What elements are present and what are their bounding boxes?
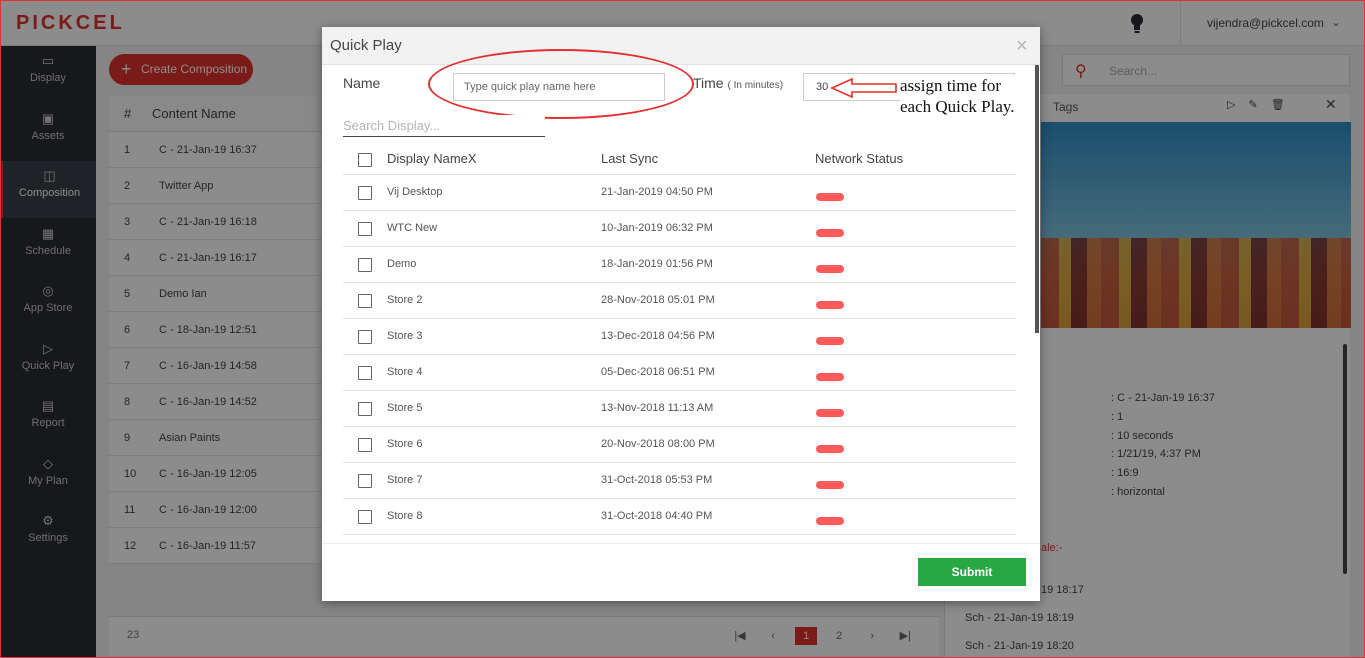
modal-header: Quick Play ×: [322, 27, 1040, 65]
display-row[interactable]: Store 4 05-Dec-2018 06:51 PM: [343, 355, 1016, 391]
display-name: Store 3: [387, 330, 423, 342]
network-status-indicator: [816, 481, 844, 489]
time-unit-label: ( In minutes): [727, 80, 784, 91]
display-name: Demo: [387, 258, 417, 270]
display-row[interactable]: WTC New 10-Jan-2019 06:32 PM: [343, 211, 1016, 247]
scrollbar[interactable]: [1035, 65, 1039, 333]
display-checkbox[interactable]: [358, 222, 372, 236]
annotation-line: each Quick Play.: [900, 97, 1015, 116]
time-label-text: Time: [693, 75, 724, 91]
quick-play-name-input[interactable]: [453, 73, 665, 101]
network-status-indicator: [816, 517, 844, 525]
display-name: WTC New: [387, 222, 438, 234]
display-checkbox[interactable]: [358, 402, 372, 416]
display-list: Display NameX Last Sync Network Status V…: [343, 143, 1016, 543]
annotation-line: assign time for: [900, 76, 1002, 95]
display-name: Store 6: [387, 438, 423, 450]
divider: [322, 543, 1040, 544]
network-status-indicator: [816, 265, 844, 273]
column-network-status[interactable]: Network Status: [815, 151, 903, 166]
display-checkbox[interactable]: [358, 438, 372, 452]
quick-play-modal: Quick Play × Name Time ( In minutes) ass…: [322, 27, 1040, 601]
display-checkbox[interactable]: [358, 294, 372, 308]
network-status-indicator: [816, 373, 844, 381]
display-row[interactable]: Store 3 13-Dec-2018 04:56 PM: [343, 319, 1016, 355]
column-display-name[interactable]: Display NameX: [387, 151, 477, 166]
display-checkbox[interactable]: [358, 366, 372, 380]
display-name: Store 2: [387, 294, 423, 306]
network-status-indicator: [816, 193, 844, 201]
network-status-indicator: [816, 301, 844, 309]
last-sync: 20-Nov-2018 08:00 PM: [601, 438, 715, 450]
network-status-indicator: [816, 409, 844, 417]
modal-title: Quick Play: [330, 37, 402, 54]
display-row[interactable]: Store 2 28-Nov-2018 05:01 PM: [343, 283, 1016, 319]
last-sync: 13-Nov-2018 11:13 AM: [601, 402, 714, 414]
display-checkbox[interactable]: [358, 474, 372, 488]
display-row[interactable]: Store 5 13-Nov-2018 11:13 AM: [343, 391, 1016, 427]
select-all-checkbox[interactable]: [358, 153, 372, 167]
last-sync: 10-Jan-2019 06:32 PM: [601, 222, 713, 234]
last-sync: 31-Oct-2018 05:53 PM: [601, 474, 713, 486]
display-row[interactable]: Store 8 31-Oct-2018 04:40 PM: [343, 499, 1016, 535]
display-row[interactable]: Demo 18-Jan-2019 01:56 PM: [343, 247, 1016, 283]
display-row[interactable]: Vij Desktop 21-Jan-2019 04:50 PM: [343, 175, 1016, 211]
network-status-indicator: [816, 445, 844, 453]
last-sync: 28-Nov-2018 05:01 PM: [601, 294, 715, 306]
close-icon[interactable]: ×: [1016, 36, 1028, 56]
search-display-input[interactable]: [343, 115, 545, 137]
column-last-sync[interactable]: Last Sync: [601, 151, 658, 166]
annotation-text: assign time for each Quick Play.: [900, 75, 1019, 117]
display-checkbox[interactable]: [358, 186, 372, 200]
display-name: Store 8: [387, 510, 423, 522]
display-name: Store 5: [387, 402, 423, 414]
display-checkbox[interactable]: [358, 330, 372, 344]
last-sync: 18-Jan-2019 01:56 PM: [601, 258, 713, 270]
network-status-indicator: [816, 229, 844, 237]
display-row[interactable]: Store 7 31-Oct-2018 05:53 PM: [343, 463, 1016, 499]
display-name: Vij Desktop: [387, 186, 443, 198]
last-sync: 05-Dec-2018 06:51 PM: [601, 366, 715, 378]
submit-button[interactable]: Submit: [918, 558, 1026, 586]
name-label: Name: [343, 75, 381, 91]
display-checkbox[interactable]: [358, 258, 372, 272]
last-sync: 21-Jan-2019 04:50 PM: [601, 186, 713, 198]
network-status-indicator: [816, 337, 844, 345]
annotation-arrow-icon: [830, 77, 897, 99]
display-name: Store 7: [387, 474, 423, 486]
last-sync: 13-Dec-2018 04:56 PM: [601, 330, 715, 342]
last-sync: 31-Oct-2018 04:40 PM: [601, 510, 713, 522]
display-row[interactable]: Store 6 20-Nov-2018 08:00 PM: [343, 427, 1016, 463]
time-label: Time ( In minutes): [693, 75, 783, 91]
display-checkbox[interactable]: [358, 510, 372, 524]
display-name: Store 4: [387, 366, 423, 378]
display-list-header: Display NameX Last Sync Network Status: [343, 143, 1016, 175]
